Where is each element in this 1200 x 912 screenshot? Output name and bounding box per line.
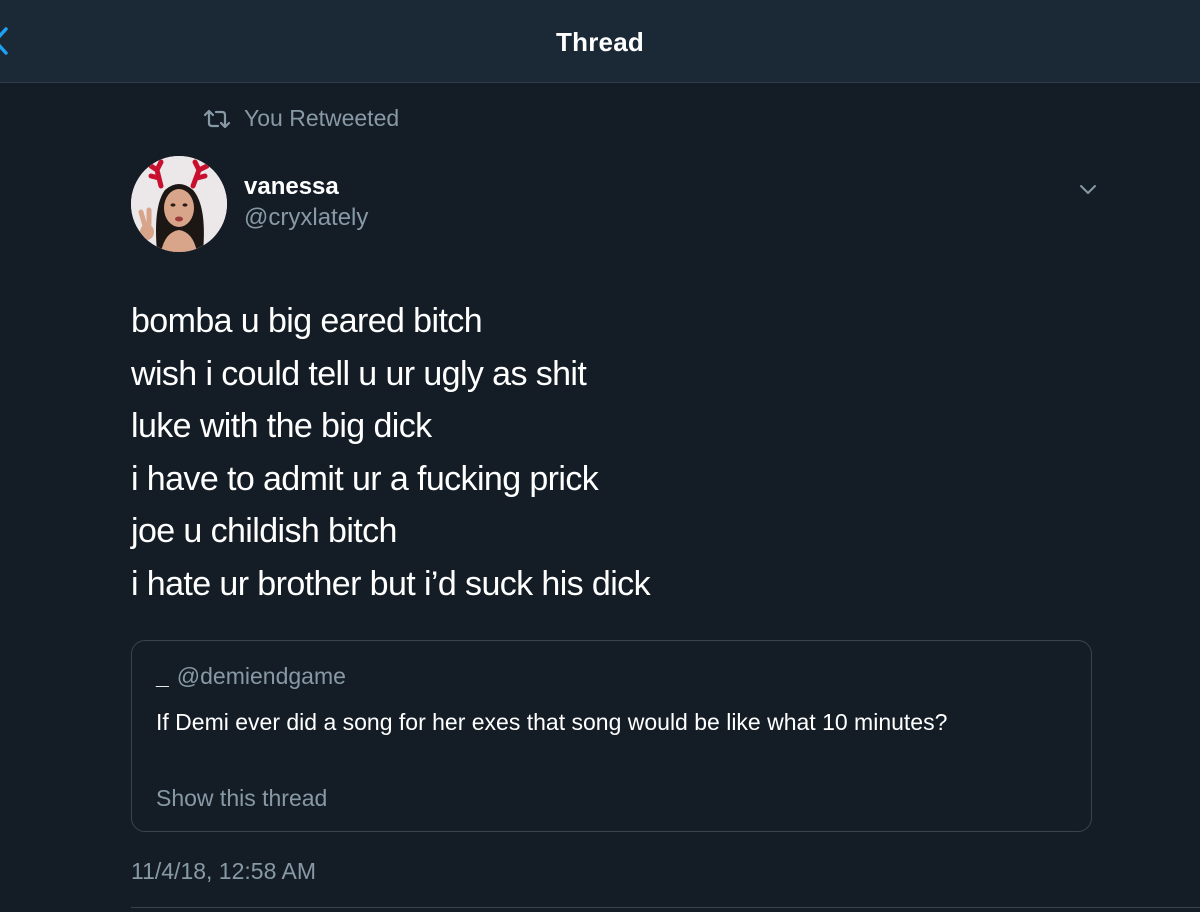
tweet-line: luke with the big dick [131, 407, 432, 445]
quoted-tweet-text: If Demi ever did a song for her exes tha… [156, 709, 948, 735]
show-thread-link[interactable]: Show this thread [156, 785, 327, 812]
chevron-down-icon[interactable] [1076, 180, 1100, 200]
retweet-icon [203, 109, 231, 128]
quoted-author-handle: @demiendgame [176, 663, 346, 689]
avatar-image [131, 156, 227, 252]
avatar[interactable] [131, 156, 227, 252]
tweet-line: wish i could tell u ur ugly as shit [131, 354, 587, 393]
quoted-tweet-card[interactable]: _ @demiendgame If Demi ever did a song f… [131, 640, 1092, 832]
author-handle[interactable]: @cryxlately [244, 204, 368, 232]
quoted-author-name: _ [156, 663, 169, 689]
top-bar: Thread [0, 0, 1200, 83]
tweet-line: bomba u big eared bitch [131, 302, 483, 340]
author-display-name[interactable]: vanessa [244, 173, 339, 201]
tweet-timestamp[interactable]: 11/4/18, 12:58 AM [131, 858, 316, 885]
tweet-line: i hate ur brother but i’d suck his dick [131, 564, 651, 603]
tweet-line: joe u childish bitch [131, 512, 397, 550]
tweet-line: i have to admit ur a fucking prick [131, 459, 599, 498]
page-title: Thread [556, 27, 644, 57]
quoted-tweet-header: _ @demiendgame [156, 663, 346, 690]
divider [131, 907, 1200, 908]
retweet-label: You Retweeted [244, 105, 400, 131]
retweet-context: You Retweeted [202, 105, 399, 132]
tweet-text: bomba u big eared bitch wish i could tel… [131, 295, 1111, 610]
